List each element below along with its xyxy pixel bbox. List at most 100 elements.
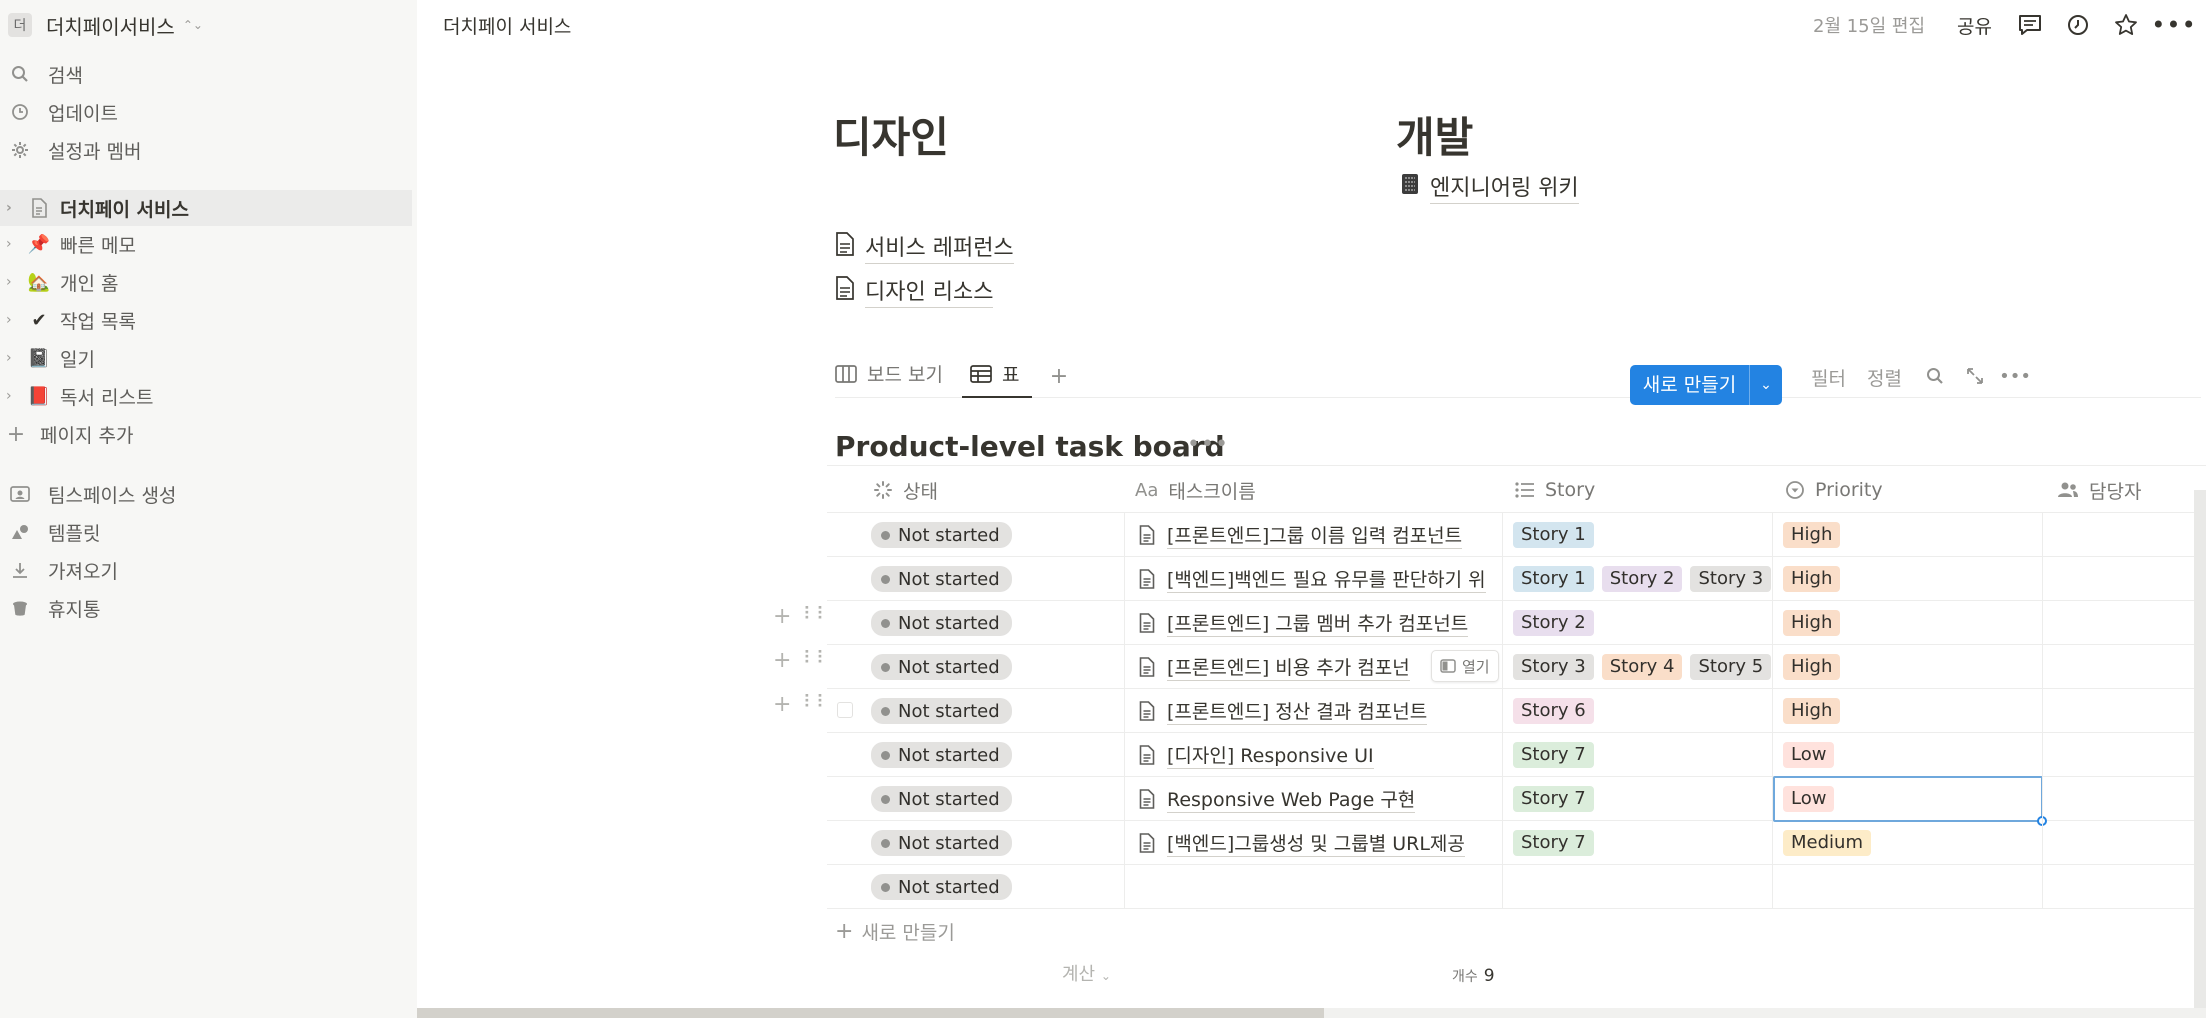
status-cell[interactable]: Not started bbox=[871, 601, 1121, 645]
assignee-cell[interactable] bbox=[2043, 777, 2206, 821]
task-cell[interactable]: [프론트엔드]그룹 이름 입력 컴포넌트 bbox=[1139, 513, 1501, 557]
star-icon[interactable] bbox=[2111, 10, 2141, 40]
task-title[interactable]: [프론트엔드] 비용 추가 컴포넌 bbox=[1139, 653, 1410, 681]
task-title[interactable]: Responsive Web Page 구현 bbox=[1139, 785, 1416, 813]
assignee-cell[interactable] bbox=[2043, 645, 2206, 689]
engineering-wiki-link[interactable]: 엔지니어링 위키 bbox=[1400, 170, 1579, 204]
task-title[interactable]: [백엔드]그룹생성 및 그룹별 URL제공 bbox=[1139, 829, 1465, 857]
chevron-right-icon[interactable]: › bbox=[6, 274, 22, 290]
drag-handle-icon[interactable]: ⠇⠇ bbox=[803, 692, 829, 713]
task-title[interactable]: [프론트엔드]그룹 이름 입력 컴포넌트 bbox=[1139, 521, 1463, 549]
column-header-task[interactable]: Aa 태스크이름 bbox=[1135, 466, 1256, 514]
assignee-cell[interactable] bbox=[2043, 865, 2206, 909]
sidebar-item-updates[interactable]: 업데이트 bbox=[0, 94, 412, 130]
story-cell[interactable]: Story 7 bbox=[1513, 733, 1771, 777]
task-cell[interactable]: [디자인] Responsive UI bbox=[1139, 733, 1501, 777]
more-icon[interactable]: ••• bbox=[2151, 10, 2195, 40]
table-row[interactable]: Not started bbox=[827, 865, 2206, 909]
sidebar-item-create-teamspace[interactable]: 팀스페이스 생성 bbox=[0, 476, 412, 512]
sidebar-page-dutchpay[interactable]: › 더치페이 서비스 bbox=[0, 190, 412, 226]
task-cell[interactable]: Responsive Web Page 구현 bbox=[1139, 777, 1501, 821]
priority-cell[interactable]: Low bbox=[1783, 733, 2041, 777]
task-title[interactable]: [디자인] Responsive UI bbox=[1139, 741, 1374, 769]
table-row[interactable]: Not started [백엔드]그룹생성 및 그룹별 URL제공 Story 7 M… bbox=[827, 821, 2206, 865]
add-row-icon[interactable]: + bbox=[773, 648, 791, 673]
task-cell[interactable]: [백엔드]그룹생성 및 그룹별 URL제공 bbox=[1139, 821, 1501, 865]
story-cell[interactable]: Story 6 bbox=[1513, 689, 1771, 733]
column-header-assignee[interactable]: 담당자 bbox=[2057, 466, 2141, 514]
workspace-switcher[interactable]: 더 더치페이서비스 ⌃⌄ bbox=[8, 10, 203, 40]
status-cell[interactable]: Not started bbox=[871, 645, 1121, 689]
add-row-icon[interactable]: + bbox=[773, 604, 791, 629]
sort-button[interactable]: 정렬 bbox=[1867, 364, 1902, 391]
add-row-icon[interactable]: + bbox=[773, 692, 791, 717]
task-cell[interactable]: [백엔드]백엔드 필요 유무를 판단하기 위 bbox=[1139, 557, 1501, 601]
chevron-down-icon[interactable]: ⌄ bbox=[1750, 377, 1782, 393]
status-cell[interactable]: Not started bbox=[871, 821, 1121, 865]
chevron-right-icon[interactable]: › bbox=[6, 350, 22, 366]
assignee-cell[interactable] bbox=[2043, 821, 2206, 865]
task-title[interactable]: [프론트엔드] 정산 결과 컴포넌트 bbox=[1139, 697, 1428, 725]
assignee-cell[interactable] bbox=[2043, 513, 2206, 557]
more-icon[interactable]: ••• bbox=[1999, 364, 2031, 388]
sidebar-item-import[interactable]: 가져오기 bbox=[0, 552, 412, 588]
assignee-cell[interactable] bbox=[2043, 689, 2206, 733]
sidebar-item-search[interactable]: 검색 bbox=[0, 56, 412, 92]
story-cell[interactable]: Story 7 bbox=[1513, 821, 1771, 865]
chevron-right-icon[interactable]: › bbox=[6, 200, 22, 216]
breadcrumb[interactable]: 더치페이 서비스 bbox=[443, 12, 571, 39]
scrollbar-thumb[interactable] bbox=[417, 1008, 1324, 1018]
column-header-priority[interactable]: Priority bbox=[1785, 466, 1883, 514]
story-cell[interactable]: Story 2 bbox=[1513, 601, 1771, 645]
table-row[interactable]: Not started [프론트엔드] 비용 추가 컴포넌 Story 3 Story… bbox=[827, 645, 2206, 689]
column-header-status[interactable]: 상태 bbox=[873, 466, 938, 514]
assignee-cell[interactable] bbox=[2043, 601, 2206, 645]
database-title[interactable]: Product-level task board bbox=[835, 430, 1225, 463]
design-resource-link[interactable]: 디자인 리소스 bbox=[835, 274, 994, 308]
assignee-cell[interactable] bbox=[2043, 557, 2206, 601]
priority-cell[interactable]: High bbox=[1783, 557, 2041, 601]
vertical-scrollbar[interactable] bbox=[2194, 490, 2206, 1008]
status-cell[interactable]: Not started bbox=[871, 777, 1121, 821]
filter-button[interactable]: 필터 bbox=[1811, 364, 1846, 391]
table-row[interactable]: Not started [디자인] Responsive UI Story 7 Low bbox=[827, 733, 2206, 777]
sidebar-page-task-list[interactable]: › ✔ 작업 목록 bbox=[0, 302, 412, 338]
sidebar-page-personal-home[interactable]: › 🏡 개인 홈 bbox=[0, 264, 412, 300]
status-cell[interactable]: Not started bbox=[871, 689, 1121, 733]
task-cell[interactable]: [프론트엔드] 정산 결과 컴포넌트 bbox=[1139, 689, 1501, 733]
task-cell[interactable]: [프론트엔드] 그룹 멤버 추가 컴포넌트 bbox=[1139, 601, 1501, 645]
search-icon[interactable] bbox=[1923, 364, 1947, 388]
share-button[interactable]: 공유 bbox=[1957, 12, 1992, 39]
sidebar-page-diary[interactable]: › 📓 일기 bbox=[0, 340, 412, 376]
sidebar-page-reading-list[interactable]: › 📕 독서 리스트 bbox=[0, 378, 412, 414]
history-icon[interactable] bbox=[2063, 10, 2093, 40]
sidebar-item-trash[interactable]: 휴지통 bbox=[0, 590, 412, 626]
service-reference-link[interactable]: 서비스 레퍼런스 bbox=[835, 230, 1014, 264]
sidebar-page-quick-memo[interactable]: › 📌 빠른 메모 bbox=[0, 226, 412, 262]
new-button[interactable]: 새로 만들기 ⌄ bbox=[1630, 365, 1782, 405]
story-cell[interactable]: Story 1 bbox=[1513, 513, 1771, 557]
add-view-icon[interactable]: + bbox=[1047, 364, 1071, 389]
priority-cell[interactable]: High bbox=[1783, 689, 2041, 733]
status-cell[interactable]: Not started bbox=[871, 733, 1121, 777]
sidebar-add-page[interactable]: + 페이지 추가 bbox=[0, 416, 412, 452]
table-row[interactable]: Not started [프론트엔드] 정산 결과 컴포넌트 Story 6 High bbox=[827, 689, 2206, 733]
task-cell[interactable] bbox=[1139, 865, 1501, 909]
tab-board[interactable]: 보드 보기 bbox=[835, 360, 943, 387]
story-cell[interactable] bbox=[1513, 865, 1771, 909]
open-row-button[interactable]: 열기 bbox=[1431, 650, 1499, 682]
chevron-right-icon[interactable]: › bbox=[6, 236, 22, 252]
assignee-cell[interactable] bbox=[2043, 733, 2206, 777]
story-cell[interactable]: Story 7 bbox=[1513, 777, 1771, 821]
row-checkbox[interactable] bbox=[837, 702, 853, 718]
column-header-story[interactable]: Story bbox=[1515, 466, 1595, 514]
status-cell[interactable]: Not started bbox=[871, 865, 1121, 909]
drag-handle-icon[interactable]: ⠇⠇ bbox=[803, 604, 829, 625]
priority-cell[interactable]: Medium bbox=[1783, 821, 2041, 865]
table-row[interactable]: Not started [프론트엔드] 그룹 멤버 추가 컴포넌트 Story 2 H… bbox=[827, 601, 2206, 645]
table-row[interactable]: Not started [프론트엔드]그룹 이름 입력 컴포넌트 Story 1 Hi… bbox=[827, 513, 2206, 557]
horizontal-scrollbar[interactable] bbox=[417, 1008, 2206, 1018]
drag-handle-icon[interactable]: ⠇⠇ bbox=[803, 648, 829, 669]
chevron-right-icon[interactable]: › bbox=[6, 388, 22, 404]
table-row[interactable]: Not started [백엔드]백엔드 필요 유무를 판단하기 위 Story 1… bbox=[827, 557, 2206, 601]
